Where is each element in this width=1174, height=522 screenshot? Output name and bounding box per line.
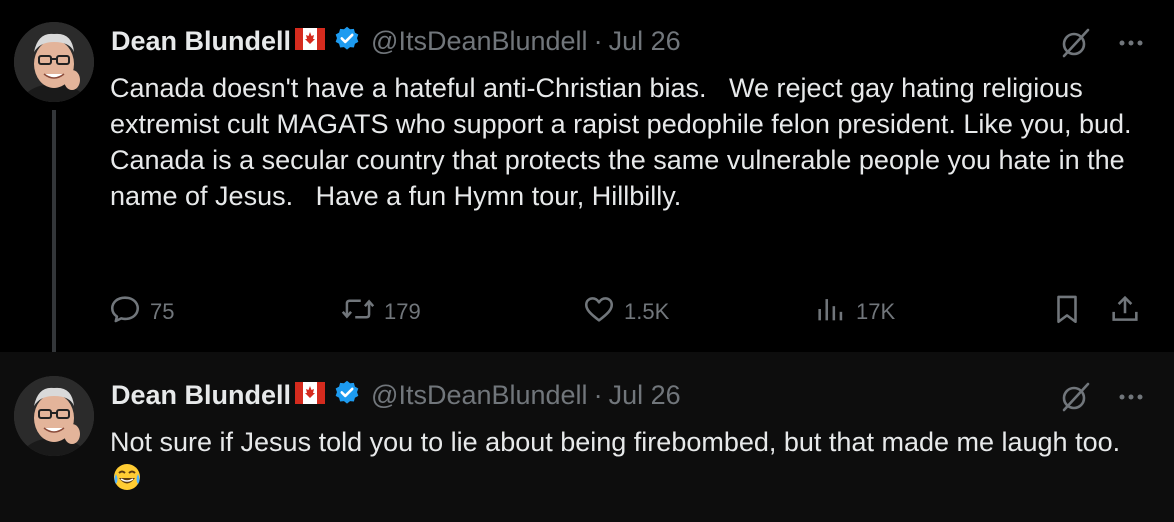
tweet[interactable]: Dean Blundell @ItsDeanBlundell · Jul 26 … [0,352,1174,522]
avatar-image [14,376,94,456]
views-button[interactable]: 17K [814,292,895,332]
tears-of-joy-emoji [112,462,142,492]
views-icon [814,292,856,332]
tweet[interactable]: Dean Blundell @ItsDeanBlundell · Jul 26 … [0,0,1174,372]
tweet-actions: 75 179 1.5K 17K [108,292,1148,328]
tweet-date[interactable]: Jul 26 [609,26,681,57]
repost-count: 179 [384,299,421,324]
tweet-header: Dean Blundell @ItsDeanBlundell · Jul 26 [111,24,681,58]
separator-dot: · [593,379,603,410]
verified-badge-icon[interactable] [333,25,361,58]
more-icon[interactable] [1114,380,1148,414]
display-name[interactable]: Dean Blundell [111,380,291,411]
repost-icon [340,292,384,332]
tweet-date[interactable]: Jul 26 [609,380,681,411]
avatar-image [14,22,94,102]
bookmark-icon [1050,292,1092,332]
like-button[interactable]: 1.5K [582,292,669,332]
verified-badge-icon[interactable] [333,379,361,412]
like-icon [582,292,624,332]
reply-count: 75 [150,299,175,324]
views-count: 17K [856,299,896,324]
separator-dot: · [593,25,603,56]
avatar[interactable] [14,22,94,102]
bookmark-button[interactable] [1050,292,1092,332]
tweet-text: Not sure if Jesus told you to lie about … [110,427,1121,457]
user-handle[interactable]: @ItsDeanBlundell [371,380,588,411]
avatar[interactable] [14,376,94,456]
thread-connector-line [52,110,56,372]
share-button[interactable] [1108,292,1150,332]
more-icon[interactable] [1114,26,1148,60]
grok-icon[interactable] [1058,26,1092,60]
tweet-text: Canada doesn't have a hateful anti-Chris… [110,73,1155,211]
share-icon [1108,292,1150,332]
tweet-header: Dean Blundell @ItsDeanBlundell · Jul 26 [111,378,681,412]
reply-button[interactable]: 75 [108,292,174,332]
grok-icon[interactable] [1058,380,1092,414]
like-count: 1.5K [624,299,670,324]
repost-button[interactable]: 179 [340,292,421,332]
canada-flag-icon [295,27,326,55]
tweet-text-container: Not sure if Jesus told you to lie about … [110,424,1150,496]
user-handle[interactable]: @ItsDeanBlundell [371,26,588,57]
display-name[interactable]: Dean Blundell [111,26,291,57]
canada-flag-icon [295,381,326,409]
reply-icon [108,292,150,332]
